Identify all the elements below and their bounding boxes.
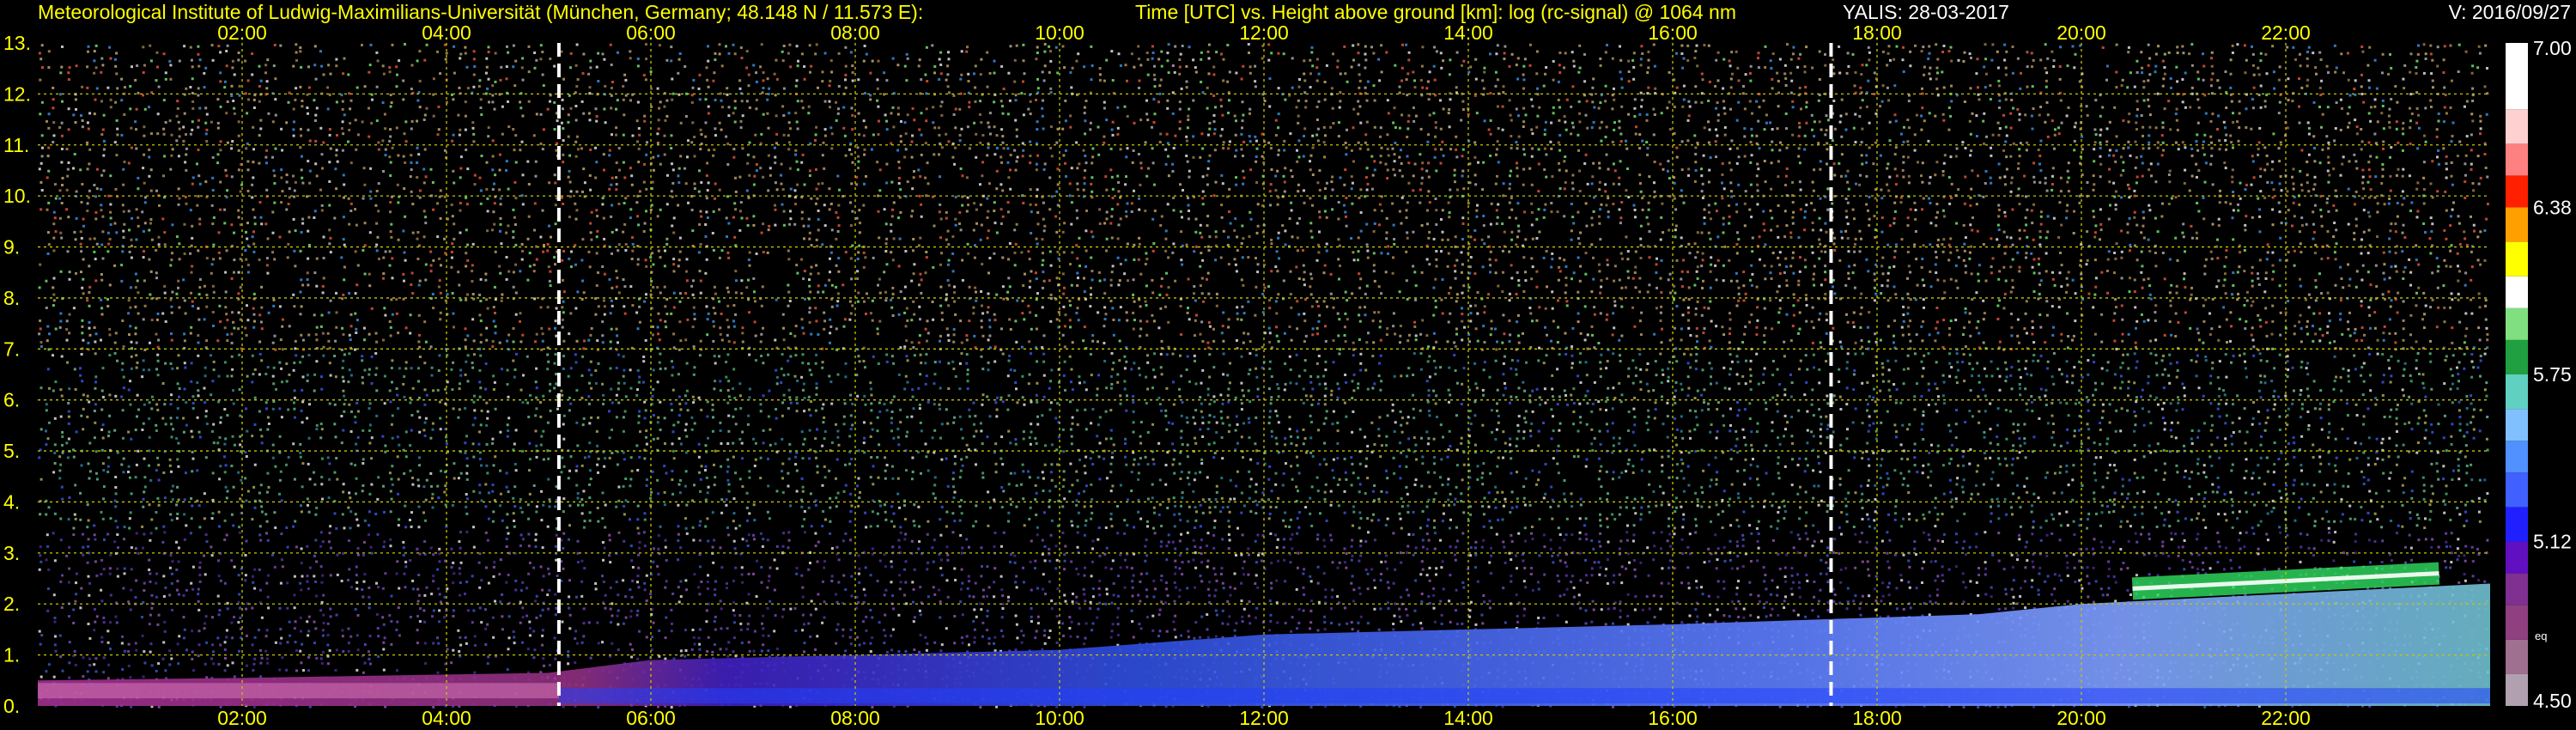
x-tick-label-bottom: 22:00 (2261, 707, 2311, 729)
y-tick-label: 3. (3, 542, 20, 564)
colorbar-segment (2506, 143, 2528, 176)
y-tick-label: 4. (3, 490, 20, 513)
colorbar-segment (2506, 507, 2528, 542)
colorbar-label: 5.75 (2533, 363, 2572, 386)
y-tick-label: 0. (3, 695, 20, 717)
colorbar-segment (2506, 43, 2528, 110)
x-tick-label-bottom: 04:00 (422, 707, 471, 729)
x-tick-label-top: 20:00 (2057, 21, 2106, 44)
x-tick-label-bottom: 16:00 (1648, 707, 1698, 729)
x-tick-label-top: 08:00 (830, 21, 880, 44)
colorbar-segment (2506, 339, 2528, 374)
colorbar-segment (2506, 673, 2528, 706)
x-tick-label-top: 04:00 (422, 21, 471, 44)
colorbar-label: 7.00 (2533, 37, 2572, 59)
colorbar-segment (2506, 639, 2528, 674)
x-tick-label-top: 22:00 (2261, 21, 2311, 44)
colorbar-segment (2506, 374, 2528, 410)
x-tick-label-top: 02:00 (217, 21, 267, 44)
y-tick-label: 7. (3, 338, 20, 360)
colorbar-segment (2506, 573, 2528, 605)
x-tick-label-top: 10:00 (1035, 21, 1084, 44)
colorbar-segment (2506, 472, 2528, 508)
colorbar-segment (2506, 541, 2528, 574)
x-tick-label-bottom: 14:00 (1443, 707, 1493, 729)
colorbar: 7.00 6.38 5.75 5.12 4.50 eq (2506, 37, 2572, 712)
night-residual-layer (38, 683, 559, 699)
colorbar-segment (2506, 175, 2528, 208)
colorbar-label: 5.12 (2533, 531, 2572, 553)
x-tick-label-top: 06:00 (626, 21, 676, 44)
x-tick-label-bottom: 18:00 (1852, 707, 1902, 729)
y-tick-label: 6. (3, 389, 20, 411)
colorbar-segment (2506, 605, 2528, 640)
colorbar-segment (2506, 409, 2528, 441)
colorbar-label: 6.38 (2533, 196, 2572, 218)
colorbar-side-label: eq (2535, 630, 2547, 642)
y-tick-label: 1. (3, 644, 20, 666)
colorbar-segment (2506, 109, 2528, 144)
y-tick-label: 10. (3, 185, 31, 207)
x-tick-label-top: 18:00 (1852, 21, 1902, 44)
x-tick-label-bottom: 20:00 (2057, 707, 2106, 729)
y-tick-label: 13. (3, 32, 31, 54)
lidar-heatmap-figure: 02:00 02:00 04:00 04:00 06:00 06:00 08:00 08:00… (3, 21, 2572, 729)
x-tick-label-top: 16:00 (1648, 21, 1698, 44)
y-tick-label: 11. (3, 134, 29, 156)
y-tick-label: 12. (3, 82, 31, 105)
y-tick-label: 5. (3, 440, 20, 462)
x-tick-label-bottom: 06:00 (626, 707, 676, 729)
x-tick-label-top: 12:00 (1239, 21, 1289, 44)
x-tick-label-bottom: 08:00 (830, 707, 880, 729)
colorbar-segment (2506, 207, 2528, 242)
y-tick-label: 9. (3, 236, 20, 259)
colorbar-segment (2506, 441, 2528, 473)
surface-layer-band (558, 688, 2491, 704)
colorbar-segment (2506, 307, 2528, 340)
x-tick-label-bottom: 12:00 (1239, 707, 1289, 729)
y-tick-label: 8. (3, 287, 20, 309)
y-tick-label: 2. (3, 593, 20, 615)
colorbar-segment (2506, 276, 2528, 308)
colorbar-label: 4.50 (2533, 690, 2572, 712)
x-tick-label-bottom: 10:00 (1035, 707, 1084, 729)
colorbar-segment (2506, 241, 2528, 277)
x-tick-label-top: 14:00 (1443, 21, 1493, 44)
y-axis-ticks: 0. 1. 2. 3. 4. 5. 6. 7. 8. 9. 10. 11. 12. 13. (3, 32, 31, 717)
x-tick-label-bottom: 02:00 (217, 707, 267, 729)
